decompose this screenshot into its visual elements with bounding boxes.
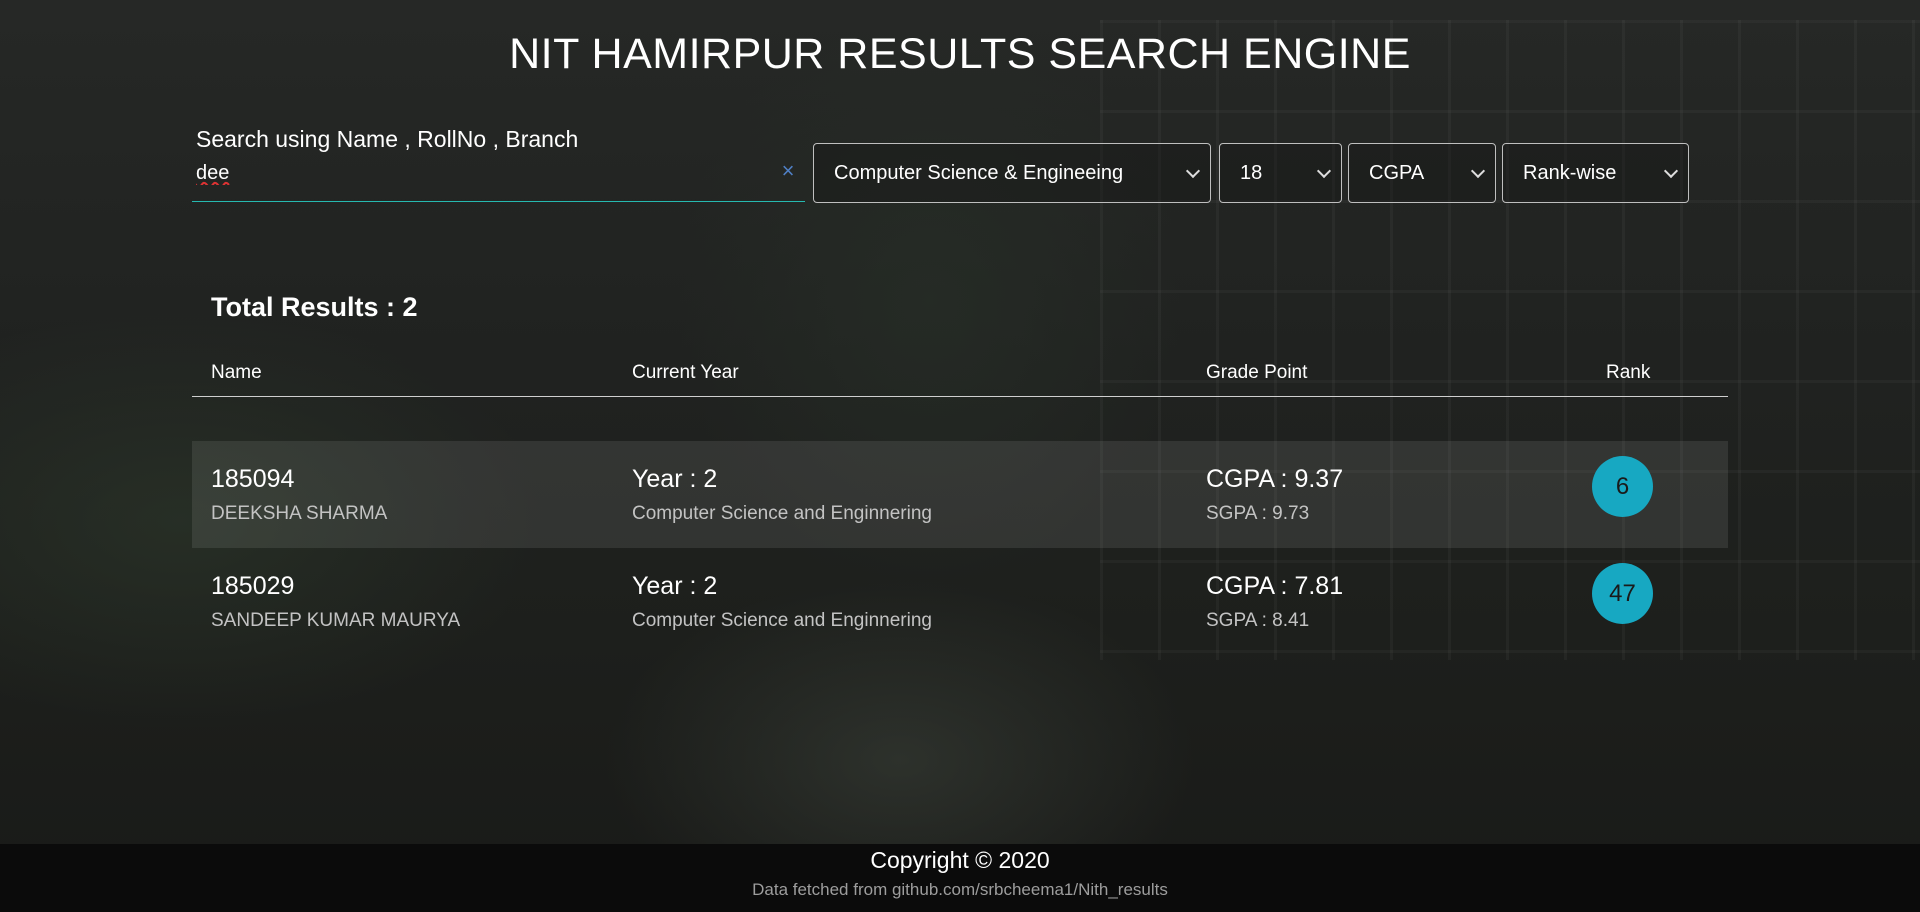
grade-type-select-value: CGPA [1369, 162, 1425, 184]
chevron-down-icon [1470, 163, 1486, 179]
grade-type-select[interactable]: CGPA [1348, 143, 1496, 203]
sgpa-value: SGPA : 9.73 [1206, 503, 1310, 524]
cgpa-value: CGPA : 9.37 [1206, 465, 1344, 493]
clear-icon[interactable]: × [777, 160, 799, 182]
rank-badge: 6 [1592, 456, 1653, 517]
branch-select-value: Computer Science & Engineeing [834, 162, 1124, 184]
chevron-down-icon [1316, 163, 1332, 179]
sort-select[interactable]: Rank-wise [1502, 143, 1689, 203]
chevron-down-icon [1185, 163, 1201, 179]
copyright-text: Copyright © 2020 [870, 847, 1050, 873]
column-header-year: Current Year [632, 362, 739, 383]
search-box: Search using Name , RollNo , Branch × [192, 120, 805, 202]
batch-select-value: 18 [1240, 162, 1263, 184]
branch-select[interactable]: Computer Science & Engineeing [813, 143, 1211, 203]
table-row[interactable]: 185094 DEEKSHA SHARMA Year : 2 Computer … [192, 441, 1728, 548]
column-header-rank: Rank [1606, 362, 1651, 383]
sgpa-value: SGPA : 8.41 [1206, 610, 1310, 631]
batch-select[interactable]: 18 [1219, 143, 1342, 203]
column-header-name: Name [211, 362, 262, 383]
page: NIT HAMIRPUR RESULTS SEARCH ENGINE Searc… [0, 0, 1920, 912]
column-header-grade: Grade Point [1206, 362, 1308, 383]
footer: Copyright © 2020 Data fetched from githu… [0, 844, 1920, 912]
rank-badge: 47 [1592, 563, 1653, 624]
total-results: Total Results : 2 [211, 292, 418, 322]
roll-number: 185029 [211, 572, 295, 600]
branch-name: Computer Science and Enginnering [632, 503, 932, 524]
table-row[interactable]: 185029 SANDEEP KUMAR MAURYA Year : 2 Com… [192, 548, 1728, 655]
search-input[interactable] [196, 158, 756, 188]
current-year: Year : 2 [632, 465, 718, 493]
chevron-down-icon [1663, 163, 1679, 179]
table-header: Name Current Year Grade Point Rank [192, 350, 1728, 397]
branch-name: Computer Science and Enginnering [632, 610, 932, 631]
student-name: DEEKSHA SHARMA [211, 503, 388, 524]
page-title: NIT HAMIRPUR RESULTS SEARCH ENGINE [509, 30, 1411, 78]
sort-select-value: Rank-wise [1523, 162, 1617, 184]
student-name: SANDEEP KUMAR MAURYA [211, 610, 461, 631]
current-year: Year : 2 [632, 572, 718, 600]
data-source-link[interactable]: Data fetched from github.com/srbcheema1/… [0, 880, 1920, 900]
cgpa-value: CGPA : 7.81 [1206, 572, 1344, 600]
search-label: Search using Name , RollNo , Branch [196, 126, 579, 152]
roll-number: 185094 [211, 465, 295, 493]
